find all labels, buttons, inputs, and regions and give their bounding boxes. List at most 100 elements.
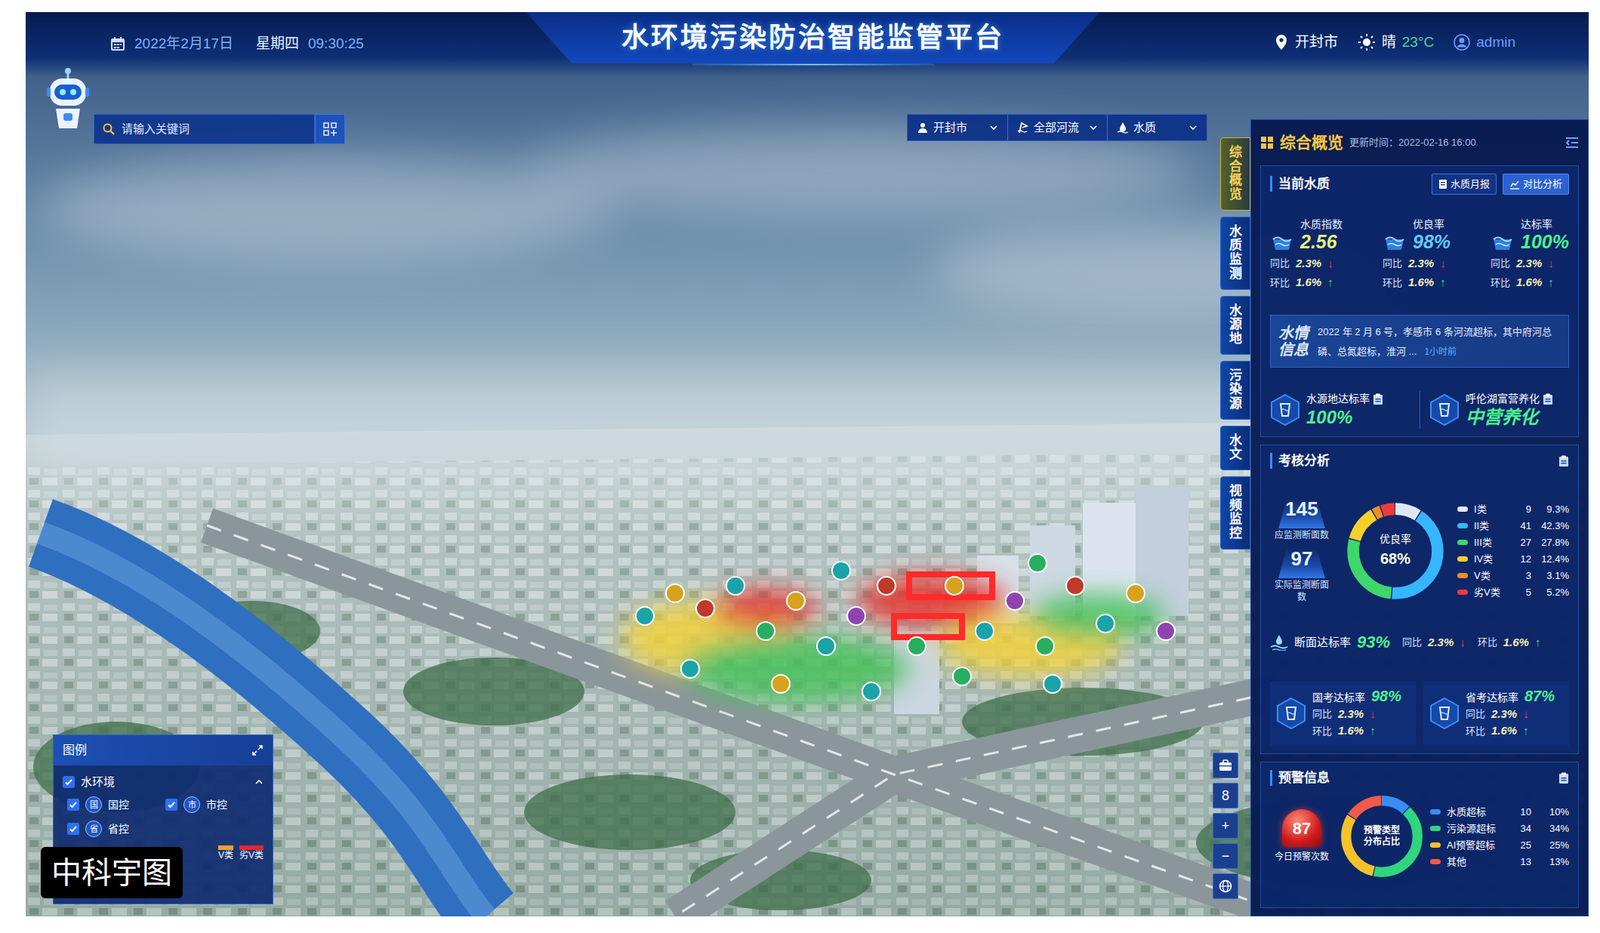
side-tab[interactable]: 综合概览 bbox=[1220, 137, 1251, 211]
checkbox[interactable] bbox=[165, 798, 178, 811]
section-title: 考核分析 bbox=[1270, 453, 1330, 469]
report-icon[interactable] bbox=[1558, 772, 1570, 785]
rate-label: 断面达标率 bbox=[1294, 634, 1351, 652]
section-counts: 145应监测断面数97实际监测断面数 bbox=[1270, 498, 1334, 604]
water-cup-icon bbox=[1490, 233, 1515, 253]
collapse-legend-icon[interactable] bbox=[251, 744, 264, 757]
type-name: AI预警超标 bbox=[1446, 838, 1508, 854]
map-area[interactable]: 开封市全部河流水质 图例水环境国国控市市控省省控V类劣V类 bbox=[25, 77, 1221, 917]
class-share: 3.1% bbox=[1537, 568, 1570, 584]
warning-type-row: 污染源超标3434% bbox=[1430, 820, 1570, 837]
map-control-button[interactable]: + bbox=[1212, 813, 1239, 839]
class-count: 9 bbox=[1513, 502, 1532, 518]
donut-segment bbox=[1353, 508, 1438, 594]
class-row: V类33.1% bbox=[1457, 567, 1570, 585]
exam-label: 国考达标率 bbox=[1312, 690, 1366, 706]
legend-item[interactable]: 国国控 bbox=[67, 794, 166, 816]
exam-rate: 国考达标率98%同比2.3%↓环比1.6%↑ bbox=[1270, 681, 1416, 747]
info-icon[interactable] bbox=[1372, 393, 1384, 406]
count-value: 145 bbox=[1285, 498, 1318, 521]
filter-dropdown[interactable]: 全部河流 bbox=[1007, 114, 1107, 141]
checkbox[interactable] bbox=[67, 823, 80, 836]
trend-arrow: ↓ bbox=[1439, 255, 1446, 273]
item-label: 国控 bbox=[107, 797, 130, 814]
water-news[interactable]: 水情信息2022 年 2 月 6 号，孝感市 6 条河流超标，其中府河总磷、总氮… bbox=[1270, 314, 1570, 367]
stat-label: 呼伦湖富营养化 bbox=[1465, 391, 1540, 407]
count-label: 应监测断面数 bbox=[1274, 530, 1329, 543]
legend-item[interactable]: 市市控 bbox=[165, 794, 264, 816]
water-wave-icon bbox=[1270, 634, 1289, 651]
assistant-robot-icon[interactable] bbox=[45, 66, 91, 132]
report-icon[interactable] bbox=[1558, 455, 1570, 468]
legend-item[interactable]: 省省控 bbox=[67, 818, 166, 840]
weather-indicator: 晴23°C bbox=[1357, 31, 1434, 54]
dashboard-icon bbox=[1260, 135, 1274, 150]
quality-button[interactable]: 水质月报 bbox=[1431, 173, 1497, 195]
assessment-body: 145应监测断面数97实际监测断面数优良率68%I类99.3%II类4142.3… bbox=[1270, 498, 1570, 604]
exam-rate: 省考达标率87%同比2.3%↓环比1.6%↑ bbox=[1423, 681, 1570, 747]
donut-segment bbox=[1353, 508, 1438, 594]
user-menu[interactable]: admin bbox=[1453, 31, 1516, 54]
quality-button[interactable]: 对比分析 bbox=[1502, 173, 1570, 195]
filter-region-icon bbox=[916, 121, 929, 134]
change-value: 1.6% bbox=[1295, 274, 1322, 292]
info-icon[interactable] bbox=[1542, 393, 1554, 406]
metric-head: 水质指数2.56 bbox=[1270, 218, 1343, 253]
type-share: 25% bbox=[1537, 838, 1570, 854]
expand-chevron-icon[interactable] bbox=[254, 777, 264, 787]
water-cup-icon bbox=[1382, 233, 1407, 253]
section-title: 当前水质 bbox=[1270, 175, 1330, 192]
legend-header: 图例 bbox=[53, 735, 273, 766]
map-control-button[interactable]: 8 bbox=[1212, 783, 1239, 809]
exam-value: 87% bbox=[1524, 687, 1555, 706]
layer-grid-button[interactable] bbox=[314, 114, 346, 145]
search-box bbox=[93, 114, 346, 145]
side-tab[interactable]: 污染源 bbox=[1220, 360, 1251, 420]
water-cup-icon bbox=[1270, 233, 1295, 253]
overview-panel: 综合概览更新时间：2022-02-16 16:00当前水质水质月报对比分析水质指… bbox=[1250, 119, 1589, 917]
type-swatch bbox=[1430, 859, 1441, 865]
donut-center: 优良率68% bbox=[1346, 502, 1445, 601]
filter-dropdown[interactable]: 水质 bbox=[1106, 114, 1207, 141]
tab-label: 视频监控 bbox=[1229, 484, 1243, 542]
metric-text: 优良率98% bbox=[1412, 218, 1451, 253]
side-tab[interactable]: 视频监控 bbox=[1220, 476, 1251, 550]
button-label: 对比分析 bbox=[1522, 176, 1563, 192]
class-row: I类99.3% bbox=[1457, 501, 1570, 518]
filter-dropdown[interactable]: 开封市 bbox=[907, 114, 1008, 141]
change-value: 2.3% bbox=[1295, 255, 1322, 273]
checkbox[interactable] bbox=[62, 776, 75, 789]
dashboard: 2022年2月17日星期四09:30:25 水环境污染防治智能监管平台 开封市晴… bbox=[25, 12, 1589, 917]
change-label: 同比 bbox=[1490, 255, 1511, 272]
count-item: 145 应监测断面数 bbox=[1274, 498, 1329, 543]
change-label: 环比 bbox=[1270, 275, 1290, 291]
side-tab[interactable]: 水质监测 bbox=[1220, 216, 1251, 290]
lake-icon bbox=[1429, 393, 1460, 427]
stat-value: 100% bbox=[1306, 406, 1384, 429]
trend-arrow: ↓ bbox=[1547, 255, 1554, 273]
search-input[interactable] bbox=[120, 120, 307, 139]
change-label: 环比 bbox=[1312, 724, 1332, 740]
filter-label: 水质 bbox=[1133, 119, 1157, 137]
change-value: 1.6% bbox=[1337, 722, 1364, 740]
side-tab[interactable]: 水源地 bbox=[1220, 295, 1251, 355]
checkbox[interactable] bbox=[67, 798, 80, 811]
side-tab[interactable]: 水文 bbox=[1220, 425, 1251, 471]
sun-icon bbox=[1357, 33, 1376, 52]
water-drop-badge-icon bbox=[1429, 696, 1460, 731]
section-rate-row: 断面达标率93%同比2.3%↓环比1.6%↑ bbox=[1270, 632, 1570, 652]
item-badge: 市 bbox=[183, 796, 201, 814]
class-share: 27.8% bbox=[1537, 535, 1570, 551]
legend-group[interactable]: 水环境 bbox=[62, 770, 264, 795]
trend-arrow: ↑ bbox=[1439, 274, 1446, 292]
toolbox-button[interactable] bbox=[1212, 752, 1239, 779]
map-control-button[interactable]: − bbox=[1212, 843, 1239, 870]
metric-head: 达标率100% bbox=[1490, 218, 1570, 253]
class-row: 劣V类55.2% bbox=[1457, 584, 1570, 602]
type-swatch bbox=[1430, 842, 1441, 848]
report-buttons: 水质月报 对比分析 bbox=[1431, 173, 1570, 195]
collapse-panel-icon[interactable] bbox=[1565, 136, 1579, 149]
filter-label: 开封市 bbox=[933, 119, 968, 137]
globe-button[interactable] bbox=[1212, 873, 1239, 900]
city-indicator[interactable]: 开封市 bbox=[1273, 31, 1338, 54]
